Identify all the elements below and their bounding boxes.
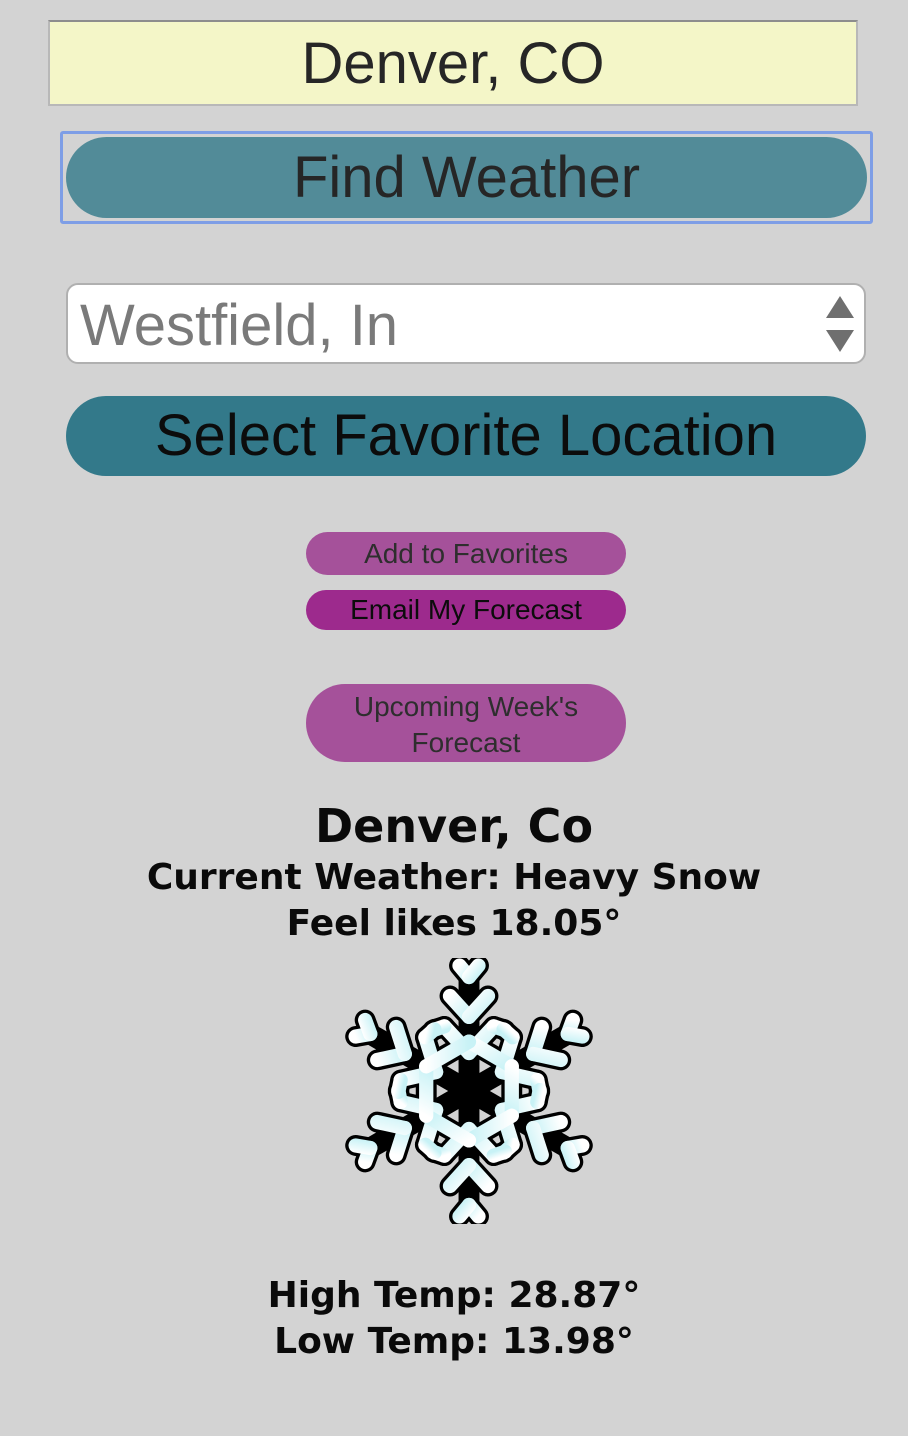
favorite-location-selected: Westfield, In [80, 293, 399, 358]
select-arrows-icon [826, 296, 854, 352]
add-to-favorites-button[interactable]: Add to Favorites [306, 532, 626, 575]
current-weather: Current Weather: Heavy Snow [146, 857, 762, 898]
feels-like: Feel likes 18.05° [286, 903, 622, 944]
week-button-line-1: Upcoming Week's [353, 690, 579, 722]
upcoming-week-forecast-button[interactable]: Upcoming Week's Forecast [306, 684, 626, 762]
snowflake-icon [326, 958, 612, 1224]
favorite-location-select[interactable]: Westfield, In [66, 283, 866, 364]
high-temp: High Temp: 28.87° [267, 1275, 641, 1316]
select-favorite-location-button[interactable]: Select Favorite Location [66, 396, 866, 476]
week-button-line-2: Forecast [411, 726, 521, 758]
find-weather-button[interactable]: Find Weather [66, 137, 867, 218]
location-input[interactable] [48, 20, 858, 106]
city-name: Denver, Co [314, 799, 594, 853]
low-temp: Low Temp: 13.98° [274, 1321, 634, 1362]
email-forecast-button[interactable]: Email My Forecast [306, 590, 626, 630]
